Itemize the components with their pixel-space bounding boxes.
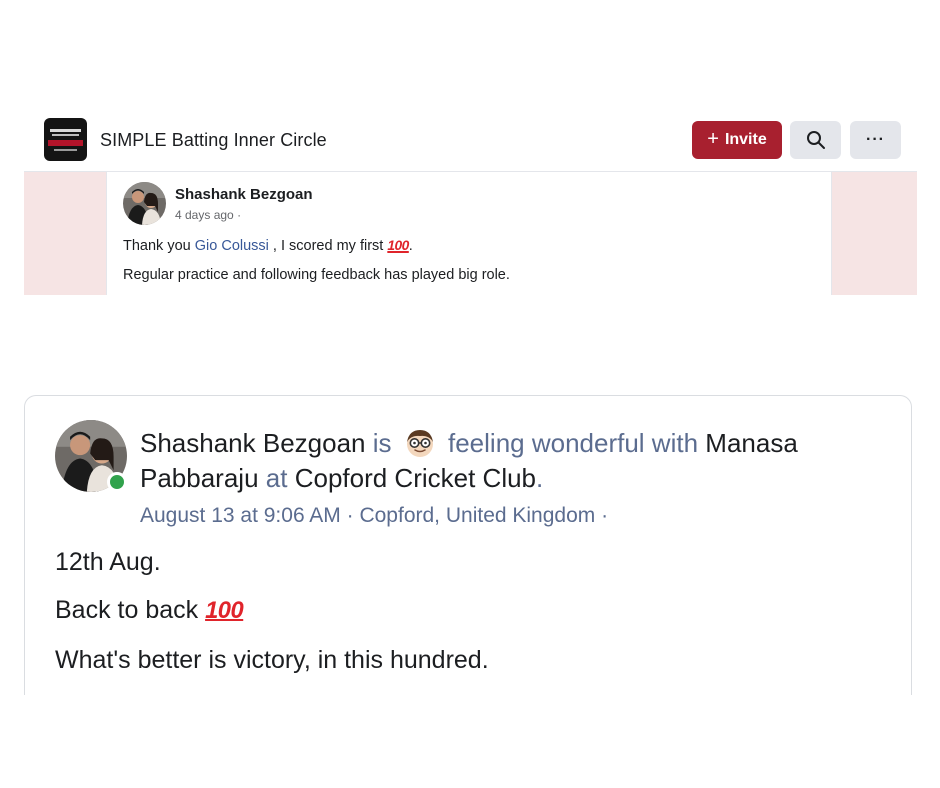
text-segment: is xyxy=(372,428,392,458)
search-icon xyxy=(806,131,825,149)
avatar-photo xyxy=(123,182,166,225)
post-card: Shashank Bezgoan 4 days ago · Thank you … xyxy=(106,172,832,295)
post-text-line: Regular practice and following feedback … xyxy=(123,267,510,283)
text-segment: Back to back xyxy=(55,596,206,624)
post-text-line: Back to back 100 xyxy=(55,596,244,625)
nerd-face-icon xyxy=(406,430,433,457)
invite-label: Invite xyxy=(724,131,767,148)
post-zoomed-panel: Shashank Bezgoan is feeling wonderful wi… xyxy=(24,395,912,695)
plus-icon: + xyxy=(707,128,719,150)
post-author[interactable]: Shashank Bezgoan xyxy=(140,428,366,458)
post-meta: 4 days ago · xyxy=(175,208,241,222)
post-meta[interactable]: August 13 at 9:06 AM · Copford, United K… xyxy=(140,504,608,528)
more-options-button[interactable]: ··· xyxy=(850,121,901,159)
post-author[interactable]: Shashank Bezgoan xyxy=(175,186,313,203)
avatar[interactable] xyxy=(123,182,166,225)
invite-button[interactable]: + Invite xyxy=(692,121,782,159)
post-text-line: What's better is victory, in this hundre… xyxy=(55,646,489,674)
post-time[interactable]: 4 days ago xyxy=(175,208,234,222)
feeling-text[interactable]: feeling wonderful with xyxy=(448,428,698,458)
group-screenshot-panel: SIMPLE Batting Inner Circle + Invite ··· xyxy=(24,110,917,295)
group-header: SIMPLE Batting Inner Circle + Invite ··· xyxy=(24,110,917,172)
hundred-emoji: 100 xyxy=(387,238,409,253)
meta-separator: · xyxy=(237,208,242,222)
online-status-dot xyxy=(107,472,127,492)
hundred-emoji: 100 xyxy=(205,597,244,624)
post-text-line: 12th Aug. xyxy=(55,548,161,576)
place-link[interactable]: Copford Cricket Club xyxy=(295,463,536,493)
post-headline: Shashank Bezgoan is feeling wonderful wi… xyxy=(140,426,880,496)
post-text-line: Thank you Gio Colussi , I scored my firs… xyxy=(123,238,413,254)
text-segment: Thank you xyxy=(123,238,195,254)
text-segment: at xyxy=(265,463,288,493)
search-button[interactable] xyxy=(790,121,841,159)
group-title[interactable]: SIMPLE Batting Inner Circle xyxy=(100,130,327,151)
more-icon: ··· xyxy=(866,131,885,148)
text-segment: . xyxy=(408,238,413,254)
group-thumbnail[interactable] xyxy=(44,118,87,161)
avatar[interactable] xyxy=(55,420,127,492)
text-segment: , I scored my first xyxy=(268,238,388,254)
text-segment: . xyxy=(536,463,544,493)
mention-link[interactable]: Gio Colussi xyxy=(195,238,269,254)
